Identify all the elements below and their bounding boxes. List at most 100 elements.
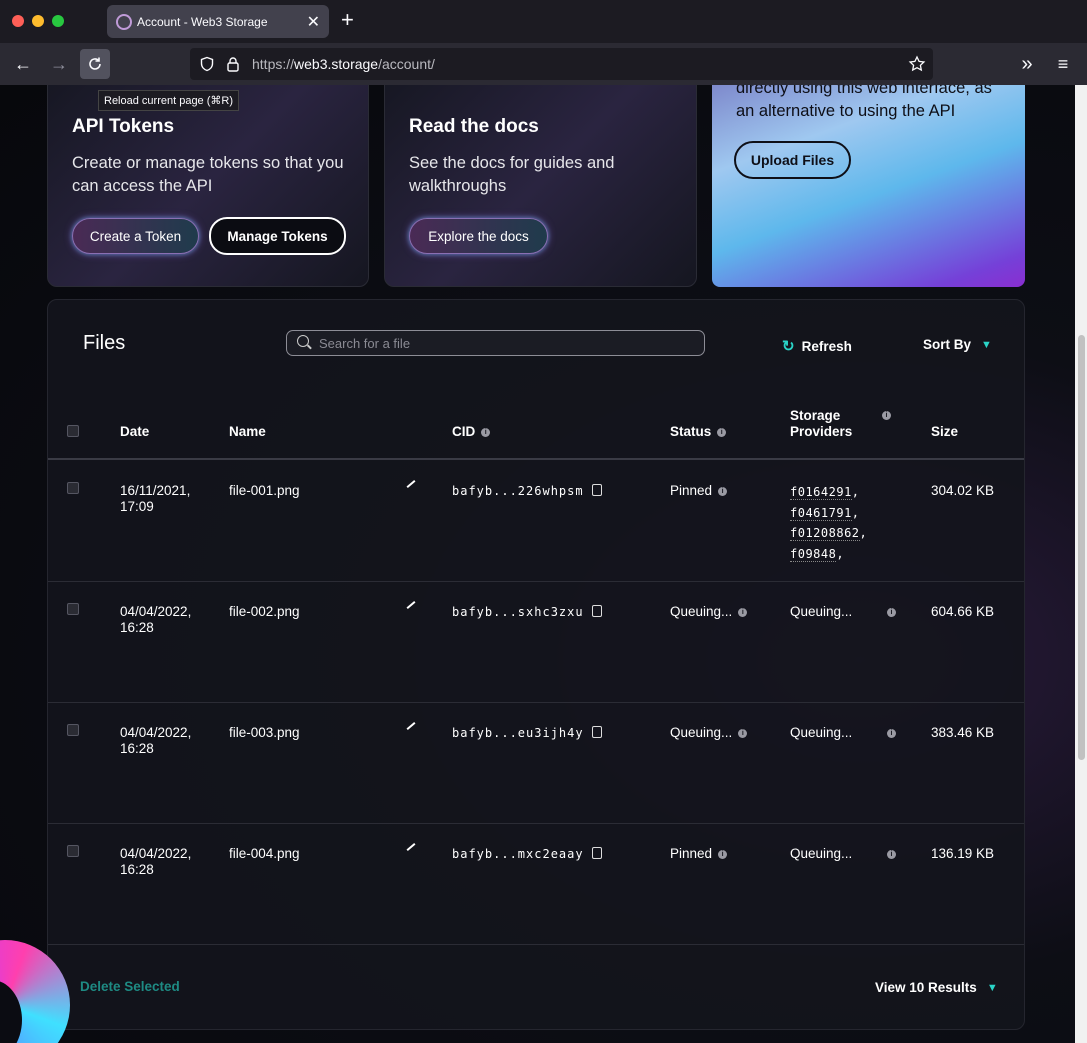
- create-token-button[interactable]: Create a Token: [72, 218, 199, 254]
- column-status[interactable]: Status i: [670, 424, 727, 440]
- row-name: file-003.png: [229, 725, 300, 740]
- row-date: 16/11/2021, 17:09: [120, 483, 191, 514]
- view-results-dropdown[interactable]: View 10 Results ▼: [875, 980, 998, 995]
- upload-card: directly using this web interface, as an…: [712, 85, 1025, 287]
- close-tab-icon[interactable]: ✕: [307, 12, 320, 32]
- files-title: Files: [83, 332, 126, 354]
- forward-arrow-icon[interactable]: →: [44, 49, 74, 79]
- row-date: 04/04/2022, 16:28: [120, 846, 192, 877]
- table-row: 04/04/2022, 16:28 file-002.png bafyb...sx…: [48, 582, 1024, 703]
- lock-icon[interactable]: [226, 56, 240, 72]
- provider-link[interactable]: f0461791: [790, 505, 852, 521]
- info-icon[interactable]: i: [718, 849, 728, 859]
- info-icon[interactable]: i: [717, 427, 727, 437]
- refresh-icon: ↻: [782, 338, 795, 355]
- column-providers-label: Providers: [790, 424, 853, 439]
- column-name[interactable]: Name: [229, 424, 266, 440]
- row-cid: bafyb...mxc2eaay: [452, 846, 602, 862]
- delete-selected-button[interactable]: Delete Selected: [80, 979, 180, 994]
- row-storage-providers: Queuing...: [790, 725, 853, 740]
- browser-tab[interactable]: Account - Web3 Storage ✕: [107, 5, 329, 38]
- column-date[interactable]: Date: [120, 424, 149, 440]
- edit-name-icon[interactable]: [406, 601, 416, 609]
- url-bar[interactable]: https://web3.storage/account/: [190, 48, 933, 80]
- scrollbar-thumb[interactable]: [1078, 335, 1085, 760]
- maximize-window-button[interactable]: [52, 15, 64, 27]
- column-size[interactable]: Size: [931, 424, 958, 440]
- row-date: 04/04/2022, 16:28: [120, 725, 192, 756]
- row-size: 136.19 KB: [931, 846, 995, 861]
- info-icon[interactable]: i: [887, 608, 896, 617]
- docs-description: See the docs for guides and walkthroughs: [409, 154, 615, 195]
- row-status: Pinned i: [670, 846, 728, 862]
- page-content: API Tokens Create or manage tokens so th…: [0, 85, 1075, 1043]
- reload-icon: [89, 57, 101, 70]
- minimize-window-button[interactable]: [32, 15, 44, 27]
- hamburger-menu-icon[interactable]: ≡: [1048, 49, 1078, 79]
- refresh-label: Refresh: [801, 338, 852, 354]
- nav-bar: ← → https://web3.storage/account/ » ≡: [0, 43, 1087, 85]
- row-size: 304.02 KB: [931, 483, 995, 498]
- page-scrollbar[interactable]: [1075, 85, 1087, 1043]
- api-tokens-title: API Tokens: [72, 116, 175, 137]
- copy-icon[interactable]: [591, 484, 602, 496]
- copy-icon[interactable]: [591, 605, 602, 617]
- explore-docs-button[interactable]: Explore the docs: [409, 218, 548, 254]
- chevron-down-icon: ▼: [986, 981, 998, 994]
- row-cid: bafyb...226whpsm: [452, 483, 602, 499]
- info-icon[interactable]: i: [738, 607, 748, 617]
- reload-button[interactable]: [80, 49, 110, 79]
- info-icon[interactable]: i: [882, 411, 891, 420]
- edit-name-icon[interactable]: [406, 722, 416, 730]
- shield-icon[interactable]: [199, 56, 215, 72]
- row-status: Queuing... i: [670, 604, 748, 620]
- bookmark-star-icon[interactable]: [908, 55, 926, 73]
- files-table-panel: Files ↻ Refresh Sort By ▼ Date Name CID i…: [47, 299, 1025, 1030]
- sort-by-dropdown[interactable]: Sort By ▼: [923, 337, 992, 352]
- row-name: file-004.png: [229, 846, 300, 861]
- search-icon: [297, 335, 309, 347]
- search-input[interactable]: [319, 334, 689, 352]
- url-text[interactable]: https://web3.storage/account/: [252, 56, 435, 72]
- refresh-button[interactable]: ↻ Refresh: [782, 337, 852, 355]
- column-cid[interactable]: CID i: [452, 424, 491, 440]
- row-name: file-002.png: [229, 604, 300, 619]
- tab-strip: Account - Web3 Storage ✕ +: [0, 0, 1087, 43]
- new-tab-button[interactable]: +: [341, 9, 354, 31]
- edit-name-icon[interactable]: [406, 843, 416, 851]
- manage-tokens-button[interactable]: Manage Tokens: [209, 217, 346, 255]
- docs-card: Read the docs See the docs for guides an…: [384, 85, 697, 287]
- select-all-checkbox[interactable]: [67, 425, 79, 437]
- row-checkbox[interactable]: [67, 482, 79, 494]
- chevron-down-icon: ▼: [981, 338, 992, 351]
- back-arrow-icon[interactable]: ←: [8, 49, 38, 79]
- table-row: 04/04/2022, 16:28 file-003.png bafyb...eu…: [48, 703, 1024, 824]
- sort-by-label: Sort By: [923, 337, 972, 352]
- provider-link[interactable]: f09848: [790, 546, 837, 562]
- row-storage-providers: Queuing...: [790, 604, 853, 619]
- row-checkbox[interactable]: [67, 724, 79, 736]
- copy-icon[interactable]: [591, 726, 602, 738]
- info-icon[interactable]: i: [738, 728, 748, 738]
- file-search[interactable]: [286, 330, 705, 356]
- copy-icon[interactable]: [591, 847, 602, 859]
- edit-name-icon[interactable]: [406, 480, 416, 488]
- info-icon[interactable]: i: [887, 729, 896, 738]
- column-storage-label: Storage: [790, 408, 841, 423]
- row-status: Pinned i: [670, 483, 728, 499]
- info-icon[interactable]: i: [481, 427, 491, 437]
- info-icon[interactable]: i: [718, 486, 728, 496]
- upload-description: directly using this web interface, as an…: [736, 85, 992, 120]
- close-window-button[interactable]: [12, 15, 24, 27]
- provider-link[interactable]: f0164291: [790, 485, 852, 500]
- info-icon[interactable]: i: [887, 850, 896, 859]
- provider-link[interactable]: f01208862: [790, 526, 860, 541]
- row-checkbox[interactable]: [67, 603, 79, 615]
- row-size: 383.46 KB: [931, 725, 995, 740]
- column-status-label: Status: [670, 424, 712, 439]
- table-header: Date Name CID i Status i Storage Providers …: [48, 395, 1024, 460]
- column-storage-providers[interactable]: Storage Providers: [790, 408, 852, 440]
- upload-files-button[interactable]: Upload Files: [734, 141, 851, 179]
- overflow-menu-icon[interactable]: »: [1012, 49, 1042, 79]
- row-checkbox[interactable]: [67, 845, 79, 857]
